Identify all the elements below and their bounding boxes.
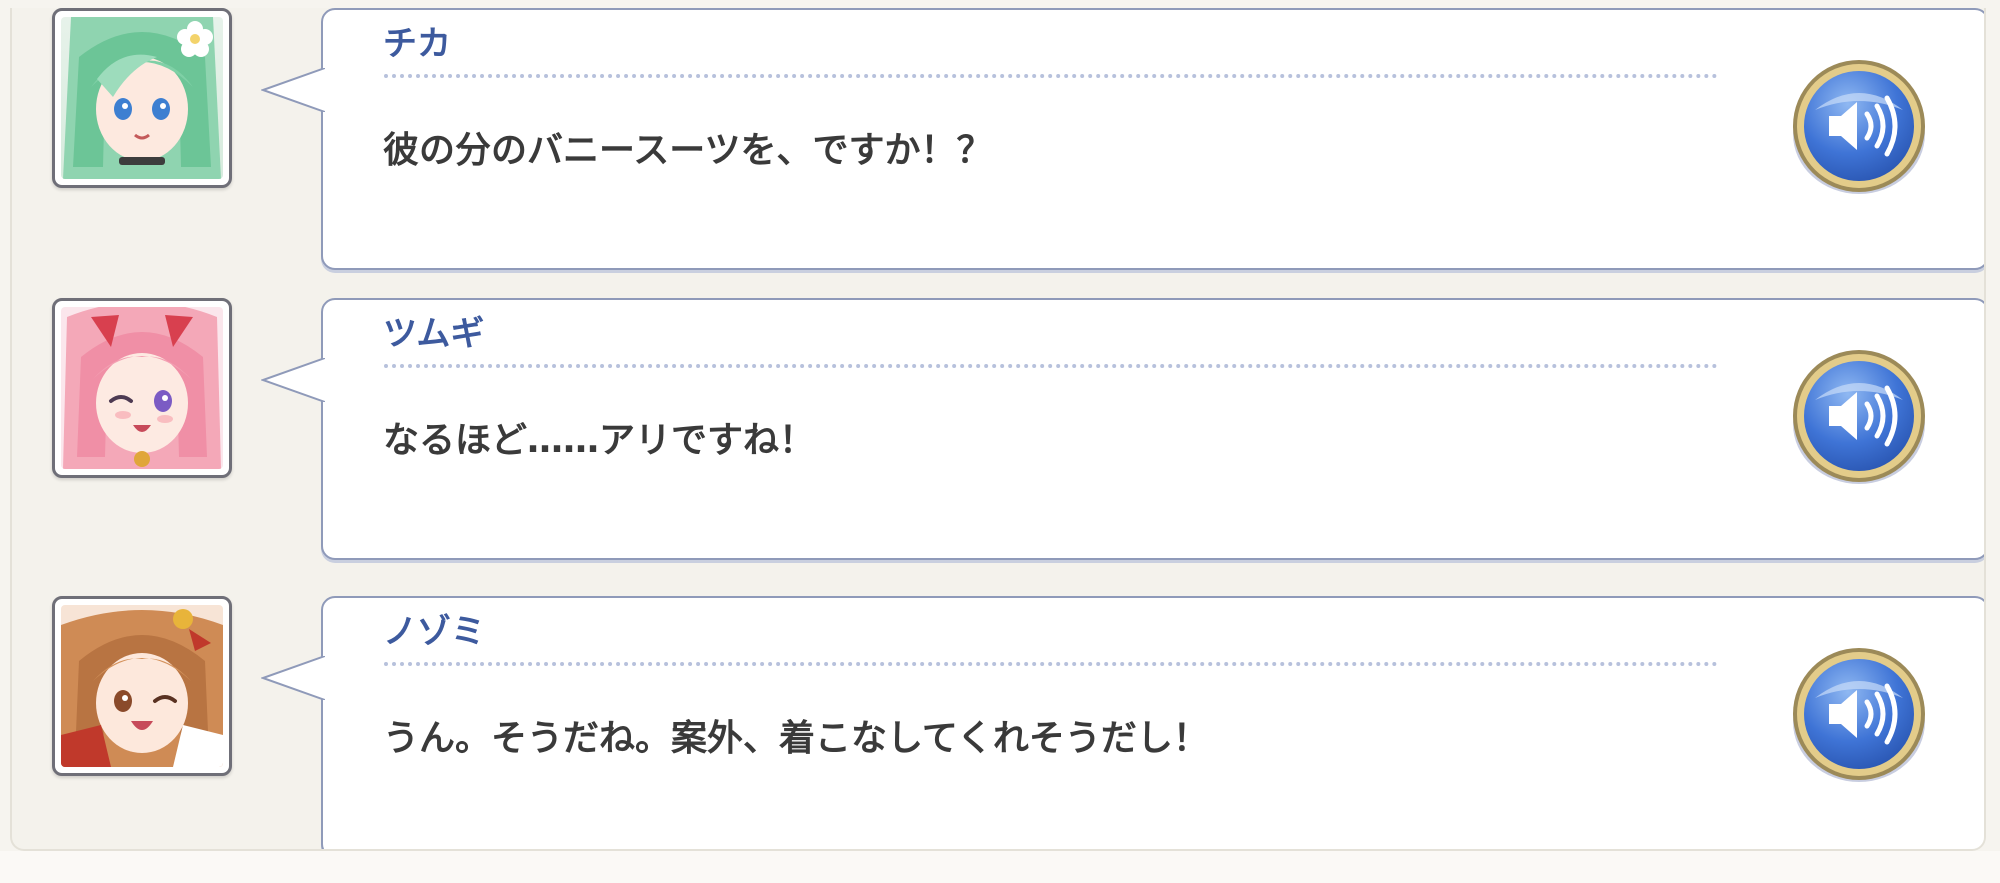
bubble-tail (261, 68, 325, 112)
tsumugi-portrait-icon (61, 307, 223, 469)
speaker-name: ツムギ (383, 314, 485, 354)
dialogue-text: 彼の分のバニースーツを、ですか！？ (383, 130, 993, 171)
dialogue-bubble: ツムギ なるほど……アリですね！ (261, 298, 1984, 560)
speaker-volume-icon (1793, 648, 1925, 782)
avatar (52, 596, 232, 776)
avatar (52, 298, 232, 478)
name-divider (384, 364, 1718, 368)
bubble-tail (261, 656, 325, 700)
voice-play-button[interactable] (1791, 646, 1927, 782)
avatar (52, 8, 232, 188)
log-entry: チカ 彼の分のバニースーツを、ですか！？ (12, 8, 1984, 280)
dialogue-log-panel[interactable]: チカ 彼の分のバニースーツを、ですか！？ ツムギ なるほど……アリですね！ ノゾ… (10, 8, 1986, 851)
dialogue-text: なるほど……アリですね！ (383, 420, 816, 461)
log-entry: ツムギ なるほど……アリですね！ (12, 298, 1984, 578)
chika-portrait-icon (61, 17, 223, 179)
speaker-volume-icon (1793, 350, 1925, 484)
speaker-volume-icon (1793, 60, 1925, 194)
name-divider (384, 662, 1718, 666)
speaker-name: ノゾミ (383, 612, 485, 652)
bubble-tail (261, 358, 325, 402)
speaker-name: チカ (383, 24, 451, 64)
voice-play-button[interactable] (1791, 348, 1927, 484)
dialogue-bubble: ノゾミ うん。そうだね。案外、着こなしてくれそうだし！ (261, 596, 1984, 849)
voice-play-button[interactable] (1791, 58, 1927, 194)
log-entry: ノゾミ うん。そうだね。案外、着こなしてくれそうだし！ (12, 596, 1984, 849)
dialogue-bubble: チカ 彼の分のバニースーツを、ですか！？ (261, 8, 1984, 270)
bottom-strip (0, 851, 2000, 883)
dialogue-text: うん。そうだね。案外、着こなしてくれそうだし！ (383, 718, 1209, 759)
name-divider (384, 74, 1718, 78)
nozomi-portrait-icon (61, 605, 223, 767)
